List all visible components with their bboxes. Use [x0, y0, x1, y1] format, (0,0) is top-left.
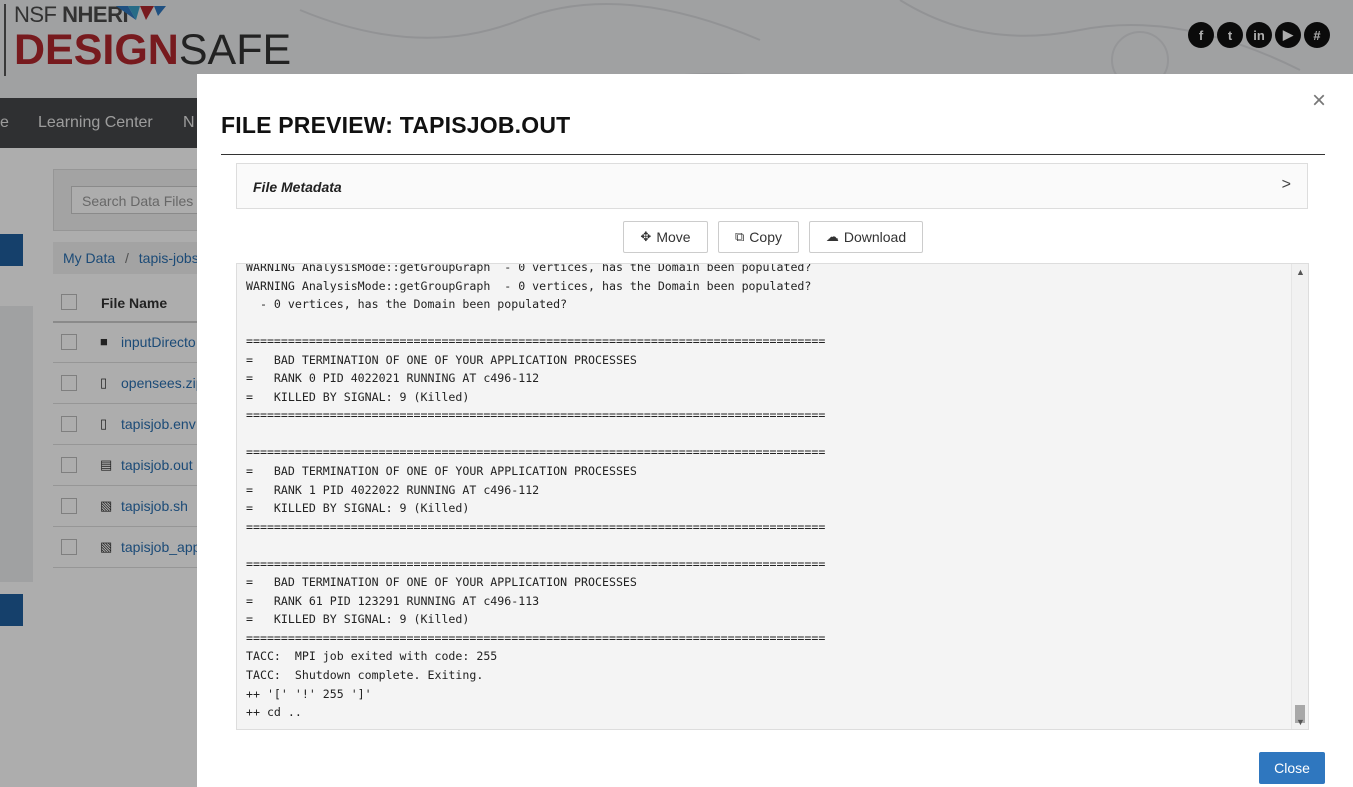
title-divider	[221, 154, 1325, 155]
close-icon[interactable]: ×	[1308, 89, 1330, 113]
chevron-right-icon: >	[1281, 176, 1291, 193]
file-preview-modal: × FILE PREVIEW: TAPISJOB.OUT File Metada…	[197, 74, 1353, 787]
cloud-download-icon: ☁	[825, 229, 839, 244]
file-preview-content[interactable]: WARNING AnalysisMode::getGroupGraph - 0 …	[236, 263, 1309, 730]
vertical-scrollbar[interactable]: ▲ ▼	[1291, 264, 1308, 729]
download-label: Download	[843, 229, 907, 245]
scroll-down-icon[interactable]: ▼	[1296, 717, 1305, 727]
file-metadata-label: File Metadata	[253, 179, 342, 195]
copy-label: Copy	[749, 229, 782, 245]
close-button[interactable]: Close	[1259, 752, 1325, 784]
download-button[interactable]: ☁ Download	[809, 221, 923, 253]
file-metadata-toggle[interactable]: File Metadata >	[236, 163, 1308, 209]
move-label: Move	[656, 229, 691, 245]
move-icon: ✥	[640, 229, 652, 244]
modal-title: FILE PREVIEW: TAPISJOB.OUT	[221, 112, 571, 138]
scroll-up-icon[interactable]: ▲	[1296, 267, 1305, 277]
copy-icon: ⧉	[735, 229, 745, 244]
log-text: WARNING AnalysisMode::getGroupGraph - 0 …	[246, 263, 826, 720]
move-button[interactable]: ✥ Move	[623, 221, 708, 253]
copy-button[interactable]: ⧉ Copy	[718, 221, 799, 253]
